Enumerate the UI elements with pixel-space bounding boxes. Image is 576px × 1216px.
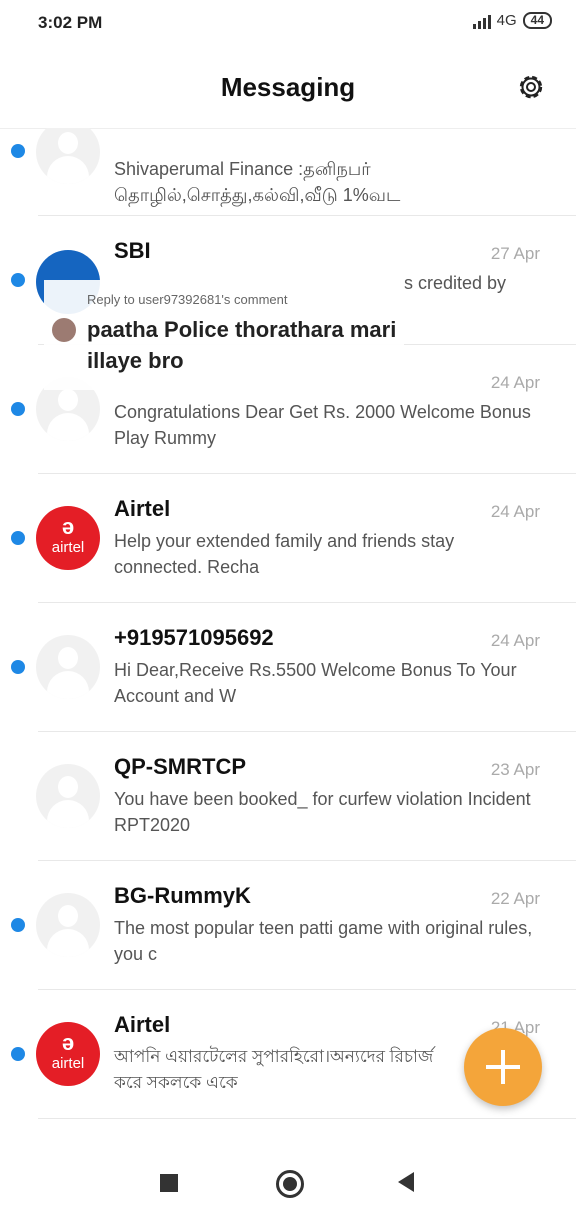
unread-dot — [11, 402, 25, 416]
conversation-item[interactable]: BG-RummyK 22 Apr The most popular teen p… — [0, 861, 576, 990]
message-date: 24 Apr — [490, 631, 540, 650]
unread-dot — [11, 918, 25, 932]
conversation-list[interactable]: Shivaperumal Finance :தனிநபர் தொழில்,சொத… — [0, 128, 576, 1148]
message-preview: Help your extended family and friends st… — [114, 531, 455, 577]
signal-icon — [472, 13, 491, 29]
message-preview: Congratulations Dear Get Rs. 2000 Welcom… — [114, 402, 531, 448]
avatar — [36, 635, 100, 699]
avatar — [36, 764, 100, 828]
conversation-item[interactable]: ə airtel Airtel 24 Apr Help your extended… — [0, 474, 576, 603]
unread-dot — [11, 273, 25, 287]
message-date: 23 Apr — [490, 760, 540, 779]
page-title: Messaging — [220, 72, 356, 102]
message-preview: Shivaperumal Finance :தனிநபர் தொழில்,சொத… — [114, 159, 401, 205]
sender-name: +919571095692 — [114, 625, 274, 650]
unread-dot — [11, 660, 25, 674]
airtel-logo: ə airtel — [36, 1022, 100, 1086]
network-type: 4G — [496, 12, 517, 29]
back-icon[interactable] — [398, 1172, 414, 1192]
comment-text: paatha Police thorathara mari illaye bro — [87, 317, 397, 373]
sender-name: Airtel — [114, 1012, 171, 1037]
unread-dot — [11, 144, 25, 158]
conversation-item[interactable]: QP-SMRTCP 23 Apr You have been booked_ f… — [0, 732, 576, 861]
message-preview: The most popular teen patti game with or… — [114, 918, 533, 964]
battery-icon: 44 — [522, 12, 552, 29]
commenter-avatar — [52, 318, 76, 342]
avatar — [36, 128, 100, 184]
airtel-logo: ə airtel — [36, 506, 100, 570]
recent-apps-icon[interactable] — [160, 1174, 178, 1192]
message-preview: আপনি এয়ারটেলের সুপারহিরো।অন্যদের রিচার্… — [114, 1047, 434, 1092]
message-date: 24 Apr — [490, 502, 540, 521]
message-date: 22 Apr — [490, 889, 540, 908]
sender-name: SBI — [114, 238, 151, 263]
unread-dot — [11, 1047, 25, 1061]
status-bar: 3:02 PM 4G 44 — [0, 0, 576, 48]
unread-dot — [11, 531, 25, 545]
conversation-item[interactable]: +919571095692 24 Apr Hi Dear,Receive Rs.… — [0, 603, 576, 732]
message-date: 24 Apr — [490, 373, 540, 392]
app-header: Messaging — [0, 56, 576, 129]
sender-name: QP-SMRTCP — [114, 754, 246, 779]
system-nav-bar — [0, 1148, 576, 1216]
message-preview: Hi Dear,Receive Rs.5500 Welcome Bonus To… — [114, 660, 517, 706]
sender-name: Airtel — [114, 496, 171, 521]
home-icon[interactable] — [276, 1170, 304, 1198]
new-message-button[interactable] — [464, 1028, 542, 1106]
reply-to-label: Reply to user97392681's comment — [87, 292, 288, 307]
status-icons: 4G 44 — [472, 12, 552, 29]
message-preview: You have been booked_ for curfew violati… — [114, 789, 531, 835]
gear-icon[interactable] — [516, 72, 546, 102]
status-time: 3:02 PM — [38, 13, 103, 32]
message-date: 27 Apr — [490, 244, 540, 263]
message-preview: s credited by — [404, 273, 507, 293]
sender-name: BG-RummyK — [114, 883, 251, 908]
conversation-item[interactable]: Shivaperumal Finance :தனிநபர் தொழில்,சொத… — [0, 128, 576, 216]
avatar — [36, 893, 100, 957]
reply-comment-overlay: Reply to user97392681's comment paatha P… — [44, 280, 404, 390]
